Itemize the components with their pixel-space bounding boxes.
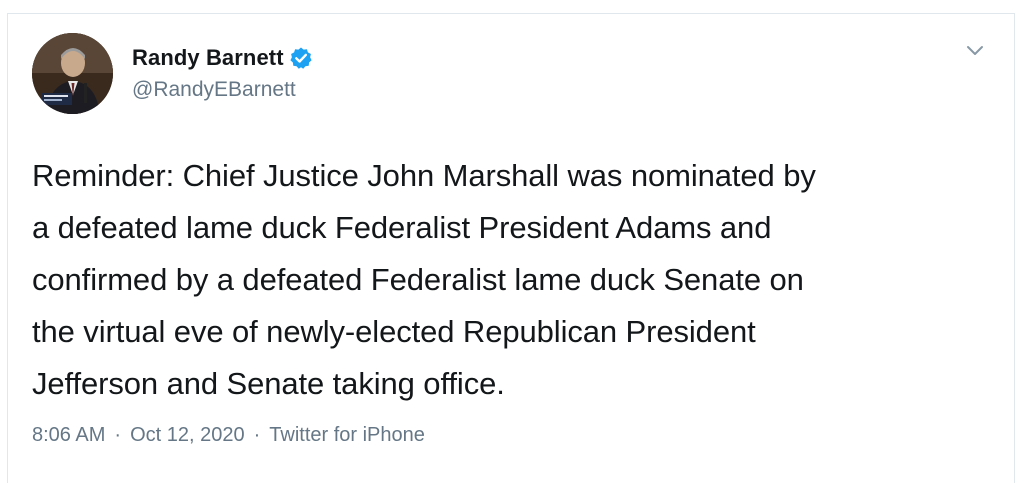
verified-badge-icon [289,46,313,70]
author-info[interactable]: Randy Barnett @RandyEBarnett [132,42,313,102]
separator-dot: · [114,424,122,446]
tweet-header: Randy Barnett @RandyEBarnett [8,14,1014,124]
tweet-text: Reminder: Chief Justice John Marshall wa… [32,158,816,401]
separator-dot: · [253,424,261,446]
tweet-source-link[interactable]: Twitter for iPhone [269,424,425,447]
name-row: Randy Barnett [132,42,313,74]
tweet-card: Randy Barnett @RandyEBarnett Reminder: C… [7,13,1015,483]
chevron-down-icon[interactable] [966,44,984,58]
tweet-time[interactable]: 8:06 AM [32,424,105,447]
avatar-photo [32,33,113,114]
avatar[interactable] [32,33,113,114]
author-handle[interactable]: @RandyEBarnett [132,78,313,102]
tweet-metadata: 8:06 AM · Oct 12, 2020 · Twitter for iPh… [32,424,425,447]
tweet-date[interactable]: Oct 12, 2020 [130,424,245,447]
author-display-name[interactable]: Randy Barnett [132,45,284,71]
